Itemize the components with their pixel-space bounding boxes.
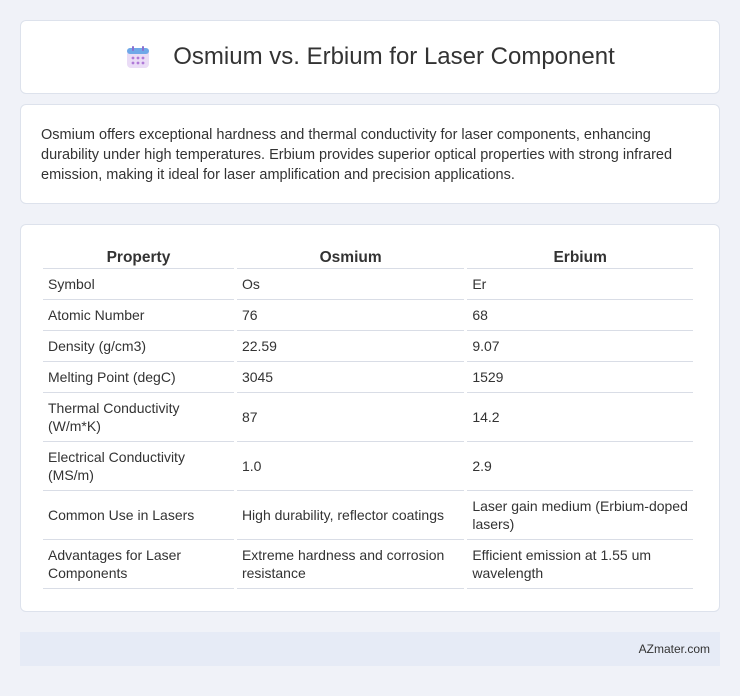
- osmium-value: 3045: [236, 362, 465, 393]
- title-card: Osmium vs. Erbium for Laser Component: [20, 20, 720, 94]
- table-row: Atomic Number 76 68: [43, 300, 693, 331]
- header-erbium: Erbium: [467, 245, 693, 269]
- comparison-table: Property Osmium Erbium Symbol Os Er Atom…: [40, 245, 696, 589]
- osmium-value: High durability, reflector coatings: [236, 491, 465, 540]
- row-label: Thermal Conductivity (W/m*K): [43, 393, 234, 442]
- footer-brand: AZmater.com: [638, 642, 710, 656]
- erbium-value: 1529: [467, 362, 693, 393]
- osmium-value: 87: [236, 393, 465, 442]
- osmium-value: 76: [236, 300, 465, 331]
- page-title: Osmium vs. Erbium for Laser Component: [173, 43, 615, 70]
- header-osmium: Osmium: [236, 245, 465, 269]
- row-label: Density (g/cm3): [43, 331, 234, 362]
- row-label: Symbol: [43, 269, 234, 300]
- erbium-value: 14.2: [467, 393, 693, 442]
- erbium-value: 2.9: [467, 442, 693, 491]
- row-label: Electrical Conductivity (MS/m): [43, 442, 234, 491]
- footer: AZmater.com: [20, 632, 720, 666]
- erbium-value: 9.07: [467, 331, 693, 362]
- header-property: Property: [43, 245, 234, 269]
- calendar-icon: [125, 44, 151, 70]
- table-row: Common Use in Lasers High durability, re…: [43, 491, 693, 540]
- table-row: Advantages for Laser Components Extreme …: [43, 540, 693, 589]
- row-label: Advantages for Laser Components: [43, 540, 234, 589]
- row-label: Atomic Number: [43, 300, 234, 331]
- row-label: Common Use in Lasers: [43, 491, 234, 540]
- table-header-row: Property Osmium Erbium: [43, 245, 693, 269]
- table-row: Melting Point (degC) 3045 1529: [43, 362, 693, 393]
- erbium-value: Efficient emission at 1.55 um wavelength: [467, 540, 693, 589]
- table-row: Thermal Conductivity (W/m*K) 87 14.2: [43, 393, 693, 442]
- erbium-value: Er: [467, 269, 693, 300]
- erbium-value: 68: [467, 300, 693, 331]
- intro-text: Osmium offers exceptional hardness and t…: [41, 127, 673, 183]
- table-row: Electrical Conductivity (MS/m) 1.0 2.9: [43, 442, 693, 491]
- osmium-value: Os: [236, 269, 465, 300]
- row-label: Melting Point (degC): [43, 362, 234, 393]
- osmium-value: 22.59: [236, 331, 465, 362]
- intro-card: Osmium offers exceptional hardness and t…: [20, 104, 720, 204]
- table-row: Density (g/cm3) 22.59 9.07: [43, 331, 693, 362]
- osmium-value: 1.0: [236, 442, 465, 491]
- comparison-table-card: Property Osmium Erbium Symbol Os Er Atom…: [20, 224, 720, 612]
- table-row: Symbol Os Er: [43, 269, 693, 300]
- erbium-value: Laser gain medium (Erbium-doped lasers): [467, 491, 693, 540]
- osmium-value: Extreme hardness and corrosion resistanc…: [236, 540, 465, 589]
